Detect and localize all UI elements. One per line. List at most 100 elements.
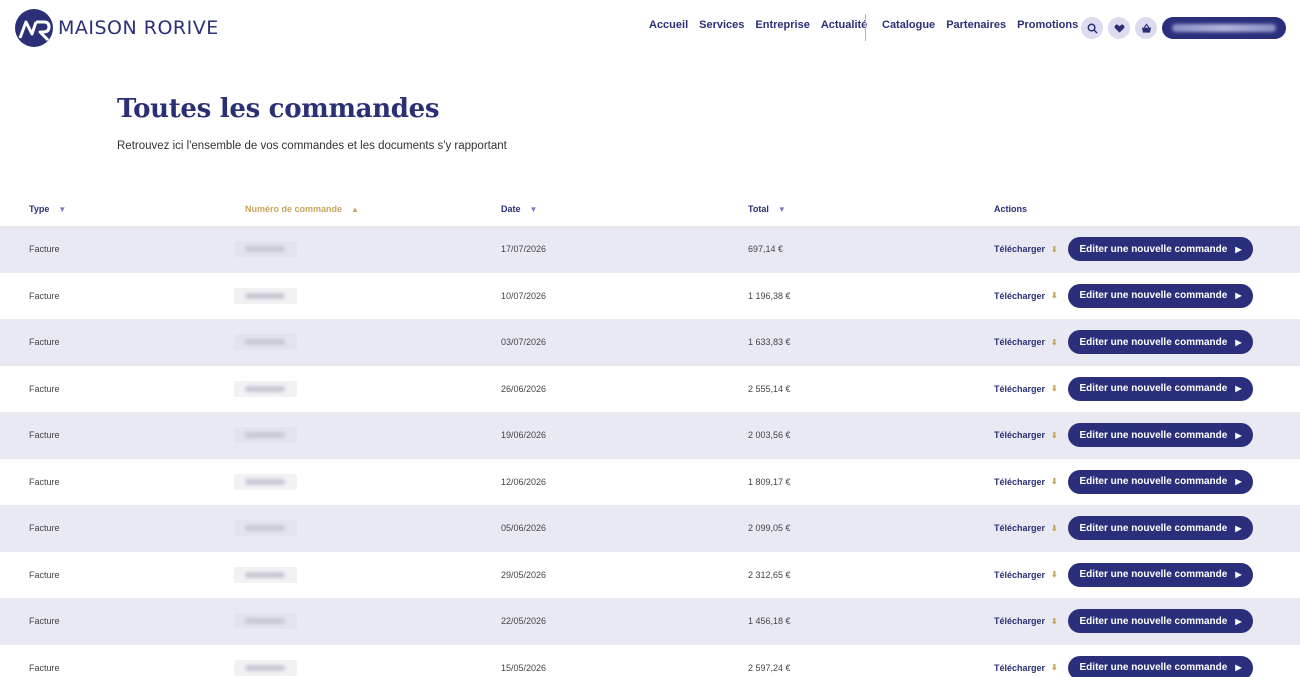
heart-icon <box>1114 24 1124 33</box>
play-icon: ▶ <box>1235 523 1242 533</box>
play-icon: ▶ <box>1235 616 1242 626</box>
order-number-value <box>245 525 285 532</box>
order-number-value <box>245 664 285 671</box>
column-label: Actions <box>994 204 1028 214</box>
play-icon: ▶ <box>1235 477 1242 487</box>
table-row: Facture 10/07/2026 1 196,38 € Télécharge… <box>0 273 1300 320</box>
edit-new-order-button[interactable]: Editer une nouvelle commande ▶ <box>1068 237 1253 262</box>
nav-item-actualite[interactable]: Actualité <box>821 19 867 31</box>
site-header: MAISON RORIVE Accueil Services Entrepris… <box>0 0 1300 56</box>
order-number-value <box>245 292 285 299</box>
cell-type: Facture <box>29 662 60 673</box>
download-icon: ⬇ <box>1051 430 1058 440</box>
download-link[interactable]: Télécharger ⬇ <box>994 430 1058 440</box>
edit-new-order-label: Editer une nouvelle commande <box>1079 243 1228 255</box>
download-label: Télécharger <box>994 569 1046 580</box>
download-icon: ⬇ <box>1051 384 1058 394</box>
cell-order-number <box>234 659 297 676</box>
cell-total: 1 633,83 € <box>748 337 791 348</box>
cell-date: 19/06/2026 <box>501 430 547 441</box>
edit-new-order-button[interactable]: Editer une nouvelle commande ▶ <box>1068 330 1253 355</box>
cell-date: 05/06/2026 <box>501 523 547 534</box>
cell-order-number <box>234 334 297 351</box>
brand-logo[interactable]: MAISON RORIVE <box>12 8 219 48</box>
nav-item-promotions[interactable]: Promotions <box>1017 19 1078 31</box>
search-button[interactable] <box>1081 17 1103 39</box>
edit-new-order-label: Editer une nouvelle commande <box>1079 336 1228 348</box>
nav-item-services[interactable]: Services <box>699 19 744 31</box>
cell-date: 22/05/2026 <box>501 616 547 627</box>
download-link[interactable]: Télécharger ⬇ <box>994 616 1058 626</box>
cell-type: Facture <box>29 476 60 487</box>
cell-type: Facture <box>29 244 60 255</box>
column-label: Date <box>501 204 521 214</box>
play-icon: ▶ <box>1235 337 1242 347</box>
cell-order-number <box>234 287 297 304</box>
column-label: Type <box>29 204 50 214</box>
download-link[interactable]: Télécharger ⬇ <box>994 570 1058 580</box>
edit-new-order-button[interactable]: Editer une nouvelle commande ▶ <box>1068 283 1253 308</box>
edit-new-order-button[interactable]: Editer une nouvelle commande ▶ <box>1068 655 1253 677</box>
column-label: Total <box>748 204 769 214</box>
download-link[interactable]: Télécharger ⬇ <box>994 291 1058 301</box>
column-header-actions: Actions <box>994 204 1027 214</box>
edit-new-order-button[interactable]: Editer une nouvelle commande ▶ <box>1068 562 1253 587</box>
download-icon: ⬇ <box>1051 477 1058 487</box>
edit-new-order-button[interactable]: Editer une nouvelle commande ▶ <box>1068 609 1253 634</box>
nav-item-accueil[interactable]: Accueil <box>649 19 688 31</box>
column-header-date[interactable]: Date ▼ <box>501 204 537 214</box>
cell-type: Facture <box>29 569 60 580</box>
basket-icon <box>1141 22 1151 33</box>
orders-table-header: Type ▼ Numéro de commande ▲ Date ▼ Total… <box>0 200 1300 220</box>
cell-order-number <box>234 241 297 258</box>
column-header-total[interactable]: Total ▼ <box>748 204 786 214</box>
download-link[interactable]: Télécharger ⬇ <box>994 523 1058 533</box>
play-icon: ▶ <box>1235 430 1242 440</box>
cell-order-number <box>234 380 297 397</box>
download-icon: ⬇ <box>1051 616 1058 626</box>
edit-new-order-button[interactable]: Editer une nouvelle commande ▶ <box>1068 516 1253 541</box>
download-label: Télécharger <box>994 662 1046 673</box>
edit-new-order-label: Editer une nouvelle commande <box>1079 476 1228 488</box>
orders-table-body: Facture 17/07/2026 697,14 € Télécharger ⬇… <box>0 226 1300 677</box>
play-icon: ▶ <box>1235 244 1242 254</box>
main-nav: Accueil Services Entreprise Actualité <box>649 19 878 31</box>
download-icon: ⬇ <box>1051 663 1058 673</box>
cell-total: 2 099,05 € <box>748 523 791 534</box>
download-link[interactable]: Télécharger ⬇ <box>994 244 1058 254</box>
cell-total: 697,14 € <box>748 244 784 255</box>
sort-up-icon: ▲ <box>351 204 359 214</box>
table-row: Facture 19/06/2026 2 003,56 € Télécharge… <box>0 412 1300 459</box>
nav-item-partenaires[interactable]: Partenaires <box>946 19 1006 31</box>
column-label: Numéro de commande <box>245 204 343 214</box>
nav-item-catalogue[interactable]: Catalogue <box>882 19 935 31</box>
play-icon: ▶ <box>1235 570 1242 580</box>
download-label: Télécharger <box>994 383 1046 394</box>
table-row: Facture 17/07/2026 697,14 € Télécharger ⬇… <box>0 226 1300 273</box>
play-icon: ▶ <box>1235 384 1242 394</box>
cell-total: 2 555,14 € <box>748 383 791 394</box>
download-icon: ⬇ <box>1051 244 1058 254</box>
download-link[interactable]: Télécharger ⬇ <box>994 384 1058 394</box>
brand-name: MAISON RORIVE <box>58 17 219 39</box>
column-header-type[interactable]: Type ▼ <box>29 204 66 214</box>
table-row: Facture 05/06/2026 2 099,05 € Télécharge… <box>0 505 1300 552</box>
wishlist-button[interactable] <box>1108 17 1130 39</box>
account-button[interactable] <box>1162 17 1286 39</box>
edit-new-order-button[interactable]: Editer une nouvelle commande ▶ <box>1068 376 1253 401</box>
cell-order-number <box>234 613 297 630</box>
download-link[interactable]: Télécharger ⬇ <box>994 477 1058 487</box>
column-header-order-number[interactable]: Numéro de commande ▲ <box>245 204 359 214</box>
download-link[interactable]: Télécharger ⬇ <box>994 663 1058 673</box>
basket-button[interactable] <box>1135 17 1157 39</box>
edit-new-order-button[interactable]: Editer une nouvelle commande ▶ <box>1068 469 1253 494</box>
cell-date: 26/06/2026 <box>501 383 547 394</box>
download-link[interactable]: Télécharger ⬇ <box>994 337 1058 347</box>
nav-item-entreprise[interactable]: Entreprise <box>755 19 809 31</box>
order-number-value <box>245 385 285 392</box>
edit-new-order-button[interactable]: Editer une nouvelle commande ▶ <box>1068 423 1253 448</box>
cell-date: 29/05/2026 <box>501 569 547 580</box>
cell-order-number <box>234 473 297 490</box>
table-row: Facture 22/05/2026 1 456,18 € Télécharge… <box>0 598 1300 645</box>
cell-type: Facture <box>29 290 60 301</box>
